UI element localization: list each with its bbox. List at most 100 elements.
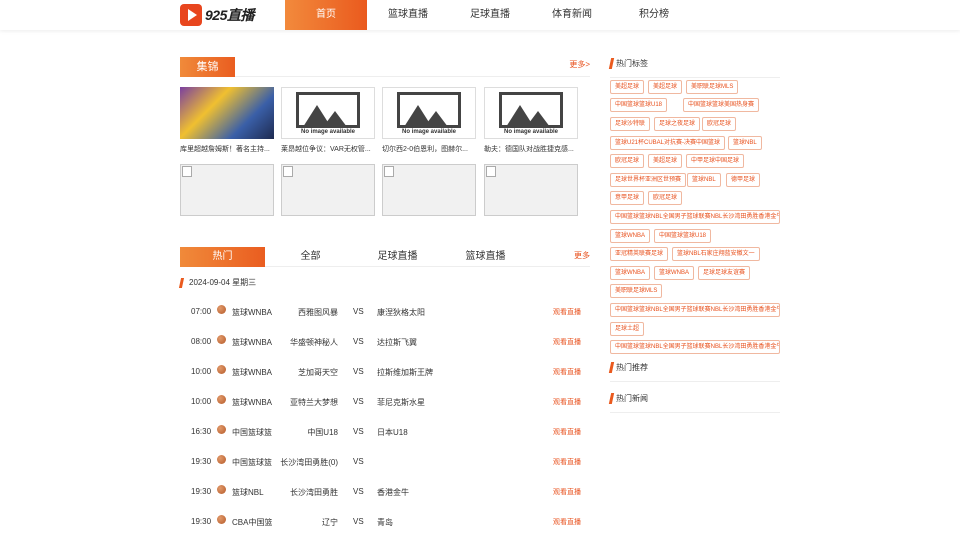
- watch-live-link[interactable]: 观看直播: [553, 427, 581, 437]
- nav-basketball-live[interactable]: 篮球直播: [367, 0, 449, 30]
- home-team: 中国U18: [307, 428, 338, 437]
- highlight-thumbnail[interactable]: [180, 87, 274, 139]
- basketball-icon: [217, 305, 226, 314]
- highlight-thumbnail[interactable]: No image available: [382, 87, 476, 139]
- hot-tag[interactable]: 中国篮球篮球NBL全国男子篮球联赛NBL长沙湾田勇胜香港金牛: [610, 340, 780, 354]
- home-team: 辽宁: [322, 518, 338, 527]
- hot-tag[interactable]: 足球世界杯亚洲区世预赛: [610, 173, 687, 187]
- hot-tag[interactable]: 欧冠足球: [610, 154, 645, 168]
- highlights-more-link[interactable]: 更多>: [569, 59, 590, 70]
- hot-tag[interactable]: 中国篮球篮球U18: [654, 229, 712, 243]
- watch-live-link[interactable]: 观看直播: [553, 307, 581, 317]
- nav-sports-news[interactable]: 体育新闻: [531, 0, 613, 30]
- watch-live-link[interactable]: 观看直播: [553, 397, 581, 407]
- match-row: 19:30 篮球NBL 长沙湾田勇胜 VS 香港金牛 观看直播: [180, 485, 590, 511]
- highlight-title[interactable]: 莱昂越位争议：VAR无权管...: [281, 144, 377, 154]
- match-row: 19:30 中国篮球篮 长沙湾田勇胜(0) VS 观看直播: [180, 455, 590, 481]
- hot-tag[interactable]: 篮球NBL: [687, 173, 721, 187]
- image-placeholder-icon: [397, 91, 461, 128]
- hot-tag[interactable]: 足球之夜足球: [654, 117, 701, 131]
- broken-image-thumbnail[interactable]: [484, 164, 578, 216]
- home-team: 长沙湾田勇胜: [290, 488, 338, 497]
- vs-label: VS: [353, 487, 364, 496]
- hot-news-header: 热门新闻: [608, 393, 780, 413]
- hot-tag[interactable]: 中国篮球篮球美国热身赛: [683, 98, 760, 112]
- hot-tag[interactable]: 篮球NBL: [728, 136, 762, 150]
- hot-tag[interactable]: 篮球NBL石家庄翔蓝安徽文一: [672, 247, 760, 261]
- image-placeholder-icon: [296, 91, 360, 128]
- hot-tag[interactable]: 美超足球: [648, 80, 683, 94]
- hot-tag[interactable]: 德甲足球: [726, 173, 761, 187]
- watch-live-link[interactable]: 观看直播: [553, 337, 581, 347]
- match-time: 07:00: [191, 307, 212, 316]
- hot-recommend-header: 热门推荐: [608, 362, 780, 382]
- hot-tag[interactable]: 中国篮球篮球U18: [610, 98, 668, 112]
- hot-tag[interactable]: 篮球WNBA: [610, 229, 651, 243]
- match-time: 19:30: [191, 457, 212, 466]
- match-league: CBA中国篮: [232, 518, 272, 527]
- hot-tag[interactable]: 美超足球: [610, 80, 645, 94]
- play-logo-icon: [180, 4, 202, 26]
- highlight-title[interactable]: 切尔西2-0伯恩利，图赫尔...: [382, 144, 478, 154]
- watch-live-link[interactable]: 观看直播: [553, 517, 581, 527]
- away-team: 拉斯维加斯王牌: [377, 368, 433, 377]
- tab-all[interactable]: 全部: [268, 247, 353, 267]
- match-league: 篮球WNBA: [232, 398, 272, 407]
- highlights-header: 集锦 更多>: [180, 57, 590, 77]
- highlight-title[interactable]: 勒夫：德国队对战胜捷克感...: [484, 144, 580, 154]
- nav-home[interactable]: 首页: [285, 0, 367, 30]
- hot-tag[interactable]: 欧冠足球: [702, 117, 737, 131]
- basketball-icon: [217, 455, 226, 464]
- hot-tag[interactable]: 意甲足球: [610, 191, 645, 205]
- highlights-label: 集锦: [180, 57, 235, 77]
- site-logo[interactable]: 925直播: [180, 3, 258, 27]
- highlight-thumbnail[interactable]: No image available: [281, 87, 375, 139]
- basketball-icon: [217, 485, 226, 494]
- basketball-icon: [217, 515, 226, 524]
- hot-tag[interactable]: 足球沙特联: [610, 117, 651, 131]
- hot-tag[interactable]: 中甲足球中国足球: [686, 154, 745, 168]
- highlight-title[interactable]: 库里超越詹姆斯！著名主持...: [180, 144, 276, 154]
- hot-tag[interactable]: 篮球WNBA: [654, 266, 695, 280]
- hot-tag[interactable]: 亚冠精英联赛足球: [610, 247, 669, 261]
- match-league: 篮球NBL: [232, 488, 264, 497]
- hot-tag[interactable]: 美超足球: [648, 154, 683, 168]
- nav-football-live[interactable]: 足球直播: [449, 0, 531, 30]
- broken-image-thumbnail[interactable]: [382, 164, 476, 216]
- basketball-icon: [217, 335, 226, 344]
- vs-label: VS: [353, 397, 364, 406]
- hot-tag[interactable]: 美职联足球MLS: [610, 284, 663, 298]
- hot-tag[interactable]: 中国篮球篮球NBL全国男子篮球联赛NBL长沙湾田勇胜香港金牛: [610, 303, 780, 317]
- broken-image-thumbnail[interactable]: [281, 164, 375, 216]
- watch-live-link[interactable]: 观看直播: [553, 367, 581, 377]
- match-time: 19:30: [191, 517, 212, 526]
- away-team: 日本U18: [377, 428, 408, 437]
- image-placeholder-icon: [499, 91, 563, 128]
- hot-tag[interactable]: 足球足球友谊赛: [698, 266, 751, 280]
- hot-tags-header: 热门标签: [608, 58, 780, 78]
- schedule-more-link[interactable]: 更多: [574, 250, 590, 261]
- tab-hot[interactable]: 热门: [180, 247, 265, 267]
- highlight-thumbnail[interactable]: No image available: [484, 87, 578, 139]
- tab-basketball-live[interactable]: 篮球直播: [443, 247, 528, 267]
- match-league: 篮球WNBA: [232, 368, 272, 377]
- away-team: 菲尼克斯水星: [377, 398, 425, 407]
- hot-tag[interactable]: 中国篮球篮球NBL全国男子篮球联赛NBL长沙湾田勇胜香港金牛: [610, 210, 780, 224]
- hot-tag[interactable]: 足球土超: [610, 322, 645, 336]
- hot-tags-list: 美超足球 美超足球 美职联足球MLS 中国篮球篮球U18 中国篮球篮球美国热身赛…: [610, 80, 780, 356]
- watch-live-link[interactable]: 观看直播: [553, 487, 581, 497]
- basketball-icon: [217, 365, 226, 374]
- broken-image-thumbnail[interactable]: [180, 164, 274, 216]
- hot-tag[interactable]: 篮球U21杯CUBAL对抗赛-决赛中国篮球: [610, 136, 726, 150]
- away-team: 青岛: [377, 518, 393, 527]
- nav-standings[interactable]: 积分榜: [613, 0, 695, 30]
- watch-live-link[interactable]: 观看直播: [553, 457, 581, 467]
- hot-tag[interactable]: 篮球WNBA: [610, 266, 651, 280]
- match-time: 16:30: [191, 427, 212, 436]
- tab-football-live[interactable]: 足球直播: [355, 247, 440, 267]
- match-league: 篮球WNBA: [232, 308, 272, 317]
- accent-bar: [608, 58, 615, 70]
- schedule-tabs: 热门 全部 足球直播 篮球直播 更多: [180, 247, 590, 267]
- hot-tag[interactable]: 欧冠足球: [648, 191, 683, 205]
- hot-tag[interactable]: 美职联足球MLS: [686, 80, 739, 94]
